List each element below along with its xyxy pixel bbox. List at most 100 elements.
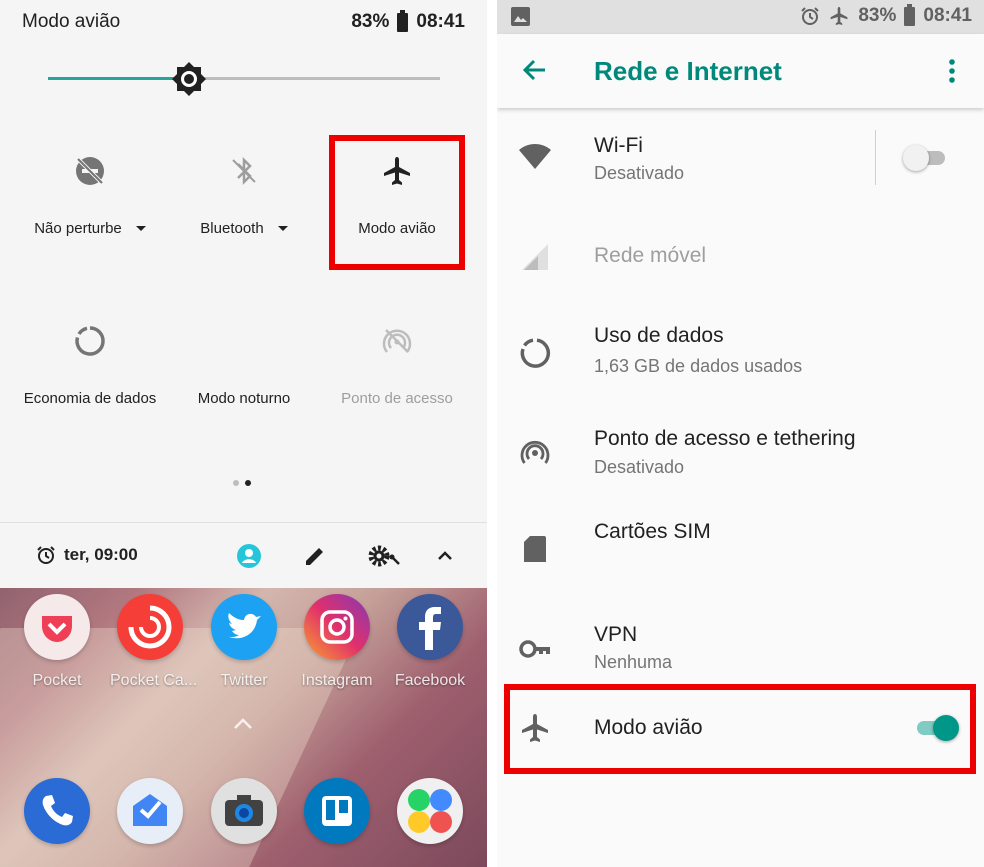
status-right: 83% 08:41 [800,3,972,27]
hotspot-off-icon [382,329,412,353]
facebook-icon [397,594,463,660]
chevron-down-icon[interactable] [135,226,146,231]
tile-label: Ponto de acesso [320,390,474,407]
page-title: Rede e Internet [594,56,782,86]
app-pocket[interactable]: Pocket [17,594,97,690]
page-indicator [233,480,251,486]
airplane-status-icon [830,6,848,26]
app-label: Facebook [394,672,466,689]
back-arrow-icon[interactable] [521,56,549,84]
brightness-fill [48,77,189,80]
bluetooth-off-icon [232,156,256,186]
image-notification-icon [511,7,530,26]
page-dot[interactable] [233,480,239,486]
app-instagram[interactable]: Instagram [297,594,377,690]
highlight-box [329,135,465,270]
tile-nao-perturbe[interactable]: Não perturbe [13,134,167,244]
status-time: 08:41 [416,11,465,32]
camera-icon [211,778,277,844]
home-screen-background: Pocket Pocket Ca... Twitter Instagram Fa… [0,588,487,867]
item-title: VPN [594,623,638,646]
next-alarm[interactable]: ter, 09:00 [36,545,138,565]
app-twitter[interactable]: Twitter [204,594,284,690]
app-pocket-casts[interactable]: Pocket Ca... [110,594,198,690]
tile-label: Não perturbe [13,220,167,237]
tile-ponto-de-acesso[interactable]: Ponto de acesso [320,304,474,414]
edit-icon[interactable] [302,543,328,569]
settings-icon[interactable] [367,543,401,569]
brightness-icon[interactable] [172,62,206,96]
phone-icon [24,778,90,844]
chevron-down-icon[interactable] [277,226,288,231]
wifi-toggle[interactable] [903,144,947,172]
quick-settings-panel: Modo avião 83% 08:41 Não perturbe Blueto… [0,0,487,867]
moon-icon [236,328,249,354]
trello-icon [304,778,370,844]
instagram-icon [304,594,370,660]
chevron-up-icon[interactable] [432,543,458,569]
settings-item-rede-movel[interactable]: Rede móvel [497,232,984,292]
pocket-casts-icon [117,594,183,660]
status-time: 08:41 [923,5,972,26]
item-title: Uso de dados [594,324,724,347]
inbox-icon [117,778,183,844]
tile-label-text: Não perturbe [34,220,122,237]
item-title: Cartões SIM [594,520,711,543]
data-saver-icon [75,326,105,356]
highlight-box [504,684,976,774]
settings-item-ponto-de-acesso[interactable]: Ponto de acesso e tethering Desativado [497,415,984,495]
app-drawer-chevron-icon[interactable] [233,718,253,730]
app-facebook[interactable]: Facebook [390,594,470,690]
app-label: Pocket [32,672,82,689]
item-subtitle: Desativado [594,457,685,477]
tile-label-text: Bluetooth [200,220,264,237]
divider [875,130,876,185]
alarm-icon [801,7,820,25]
dock-camera[interactable] [204,778,284,844]
tile-bluetooth[interactable]: Bluetooth [167,134,321,244]
dock-phone[interactable] [17,778,97,844]
settings-screen: 83% 08:41 Rede e Internet Wi-Fi Desativa… [497,0,984,867]
battery-percent: 83% [351,11,390,32]
tile-label-text: Modo noturno [197,390,291,407]
cell-signal-icon [522,244,548,270]
tile-label-text: Ponto de acesso [341,390,453,407]
item-subtitle: Nenhuma [594,652,673,672]
do-not-disturb-off-icon [76,157,104,185]
app-bar: Rede e Internet [497,34,984,108]
dock-social-folder[interactable] [390,778,470,844]
item-title: Wi-Fi [594,134,643,157]
page-dot-active[interactable] [245,480,251,486]
battery-icon [397,9,409,32]
dock-inbox[interactable] [110,778,190,844]
tile-label: Economia de dados [13,390,167,407]
brightness-slider[interactable] [48,62,440,96]
settings-item-cartoes-sim[interactable]: Cartões SIM [497,508,984,588]
app-label: Twitter [220,672,268,689]
battery-percent: 83% [858,5,897,26]
folder-icon [397,778,463,844]
hotspot-icon [520,440,550,464]
sim-card-icon [524,536,546,562]
app-label: Pocket Ca... [110,672,198,689]
tile-economia-de-dados[interactable]: Economia de dados [13,304,167,414]
app-label: Instagram [301,672,373,689]
dock-trello[interactable] [297,778,377,844]
wifi-icon [519,144,551,169]
more-vert-icon[interactable] [942,58,962,84]
tile-label: Modo noturno [167,390,321,407]
qs-status-bar: Modo avião 83% 08:41 [0,0,487,44]
alarm-text: ter, 09:00 [64,545,138,564]
tile-label: Bluetooth [167,220,321,237]
tile-modo-noturno[interactable]: Modo noturno [167,304,321,414]
toggle-knob [903,145,929,171]
item-subtitle: 1,63 GB de dados usados [594,356,803,376]
qs-header-title: Modo avião [22,11,121,32]
qs-footer: ter, 09:00 [0,522,487,588]
settings-item-vpn[interactable]: VPN Nenhuma [497,612,984,682]
qs-status-right: 83% 08:41 [351,9,465,33]
data-usage-icon [520,338,551,368]
tile-label-text: Economia de dados [23,390,157,407]
user-icon[interactable] [236,543,262,569]
settings-item-uso-de-dados[interactable]: Uso de dados 1,63 GB de dados usados [497,312,984,392]
